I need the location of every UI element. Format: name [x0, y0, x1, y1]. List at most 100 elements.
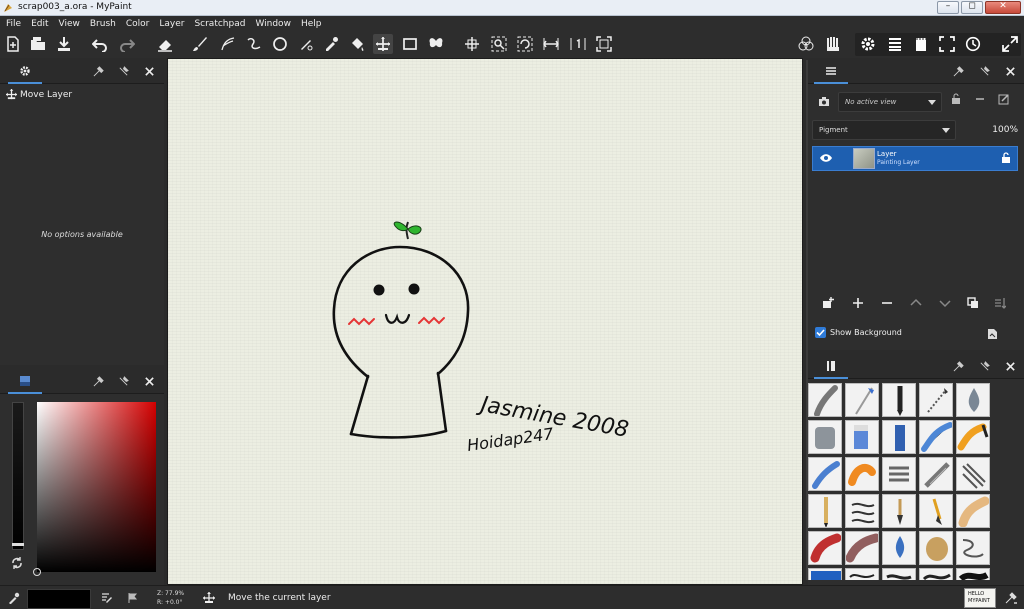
- inking-tool-icon[interactable]: [218, 34, 238, 54]
- pen-nodes-icon[interactable]: [296, 34, 316, 54]
- brush-tile[interactable]: [845, 420, 879, 454]
- remove-layer-icon[interactable]: [881, 297, 893, 309]
- move-layer-down-icon[interactable]: [939, 297, 951, 309]
- close-window-button[interactable]: ✕: [985, 1, 1021, 14]
- color-wheel-icon[interactable]: [796, 34, 816, 54]
- brush-tile[interactable]: [882, 383, 916, 417]
- color-tab[interactable]: [8, 370, 42, 394]
- color-picker-icon[interactable]: [321, 34, 341, 54]
- brush-tile[interactable]: [919, 420, 953, 454]
- brush-tile[interactable]: [956, 568, 990, 580]
- brush-tile[interactable]: [845, 494, 879, 528]
- freehand-brush-icon[interactable]: [190, 34, 210, 54]
- eraser-icon[interactable]: [155, 34, 175, 54]
- ellipse-tool-icon[interactable]: [270, 34, 290, 54]
- frame-tool-icon[interactable]: [400, 34, 420, 54]
- swap-colors-icon[interactable]: [10, 556, 24, 573]
- camera-icon[interactable]: [814, 93, 834, 111]
- panel-close-icon[interactable]: [1004, 360, 1016, 372]
- brush-tile[interactable]: [956, 531, 990, 565]
- brush-tile[interactable]: [919, 494, 953, 528]
- redo-icon[interactable]: [117, 34, 137, 54]
- value-slider-handle[interactable]: [12, 543, 24, 546]
- panel-options-icon[interactable]: [92, 65, 104, 77]
- saturation-value-square[interactable]: [37, 402, 156, 572]
- fullscreen-icon[interactable]: [937, 34, 957, 54]
- menu-brush[interactable]: Brush: [90, 19, 116, 29]
- brush-tile[interactable]: [882, 457, 916, 491]
- brush-tile[interactable]: [808, 420, 842, 454]
- remove-view-icon[interactable]: [974, 93, 990, 111]
- brush-tile[interactable]: [919, 383, 953, 417]
- brushes-tab[interactable]: [814, 355, 848, 379]
- symmetry-butterfly-icon[interactable]: [426, 34, 446, 54]
- color-picker-icon[interactable]: [8, 592, 20, 604]
- brush-tile[interactable]: [882, 420, 916, 454]
- settings-gear-icon[interactable]: [858, 34, 878, 54]
- menu-layer[interactable]: Layer: [159, 19, 184, 29]
- history-clock-icon[interactable]: [963, 34, 983, 54]
- brush-tile[interactable]: [845, 568, 879, 580]
- fit-view-icon[interactable]: [594, 34, 614, 54]
- menu-help[interactable]: Help: [301, 19, 322, 29]
- edit-view-icon[interactable]: [998, 93, 1014, 111]
- brush-tile[interactable]: [956, 494, 990, 528]
- panel-detach-icon[interactable]: [117, 375, 129, 387]
- save-file-icon[interactable]: [54, 34, 74, 54]
- lines-curves-icon[interactable]: [244, 34, 264, 54]
- fill-bucket-icon[interactable]: [347, 34, 367, 54]
- brush-tile[interactable]: [808, 531, 842, 565]
- menu-scratchpad[interactable]: Scratchpad: [194, 19, 245, 29]
- menu-view[interactable]: View: [59, 19, 80, 29]
- background-chooser-icon[interactable]: [987, 328, 998, 340]
- layer-row[interactable]: Layer Painting Layer: [812, 146, 1018, 171]
- maximize-button[interactable]: ◻: [961, 1, 983, 14]
- brush-tile[interactable]: [956, 457, 990, 491]
- layer-opacity[interactable]: 100%: [958, 120, 1018, 140]
- undo-icon[interactable]: [90, 34, 110, 54]
- move-layer-icon[interactable]: [373, 34, 393, 54]
- panel-close-icon[interactable]: [1004, 65, 1016, 77]
- show-background-checkbox[interactable]: [815, 327, 826, 338]
- scratchpad-preview[interactable]: HELLO MYPAINT: [964, 588, 996, 608]
- minimize-button[interactable]: –: [937, 1, 959, 14]
- brush-tile[interactable]: [845, 457, 879, 491]
- flip-view-icon[interactable]: [541, 34, 561, 54]
- brush-tile[interactable]: [919, 568, 953, 580]
- brush-tile[interactable]: [808, 568, 842, 580]
- panel-options-icon[interactable]: [952, 65, 964, 77]
- eye-visibility-icon[interactable]: [819, 153, 833, 163]
- current-color-swatch[interactable]: [27, 589, 91, 609]
- brush-tile[interactable]: [882, 568, 916, 580]
- open-file-icon[interactable]: [28, 34, 48, 54]
- lock-view-icon[interactable]: [950, 93, 966, 111]
- panel-options-icon[interactable]: [952, 360, 964, 372]
- expand-icon[interactable]: [1000, 34, 1020, 54]
- add-layer-group-icon[interactable]: [822, 297, 834, 309]
- panel-detach-icon[interactable]: [117, 65, 129, 77]
- merge-down-icon[interactable]: [994, 297, 1006, 309]
- panel-close-icon[interactable]: [143, 375, 155, 387]
- scratchpad-icon[interactable]: [911, 34, 931, 54]
- color-picker-cursor[interactable]: [33, 568, 41, 576]
- brush-tile[interactable]: [956, 383, 990, 417]
- panel-close-icon[interactable]: [143, 65, 155, 77]
- move-layer-up-icon[interactable]: [910, 297, 922, 309]
- drawing-canvas[interactable]: Jasmine 2008 Hoidap247: [168, 59, 802, 584]
- brush-tile[interactable]: [919, 457, 953, 491]
- menu-edit[interactable]: Edit: [31, 19, 48, 29]
- brush-tile[interactable]: [845, 531, 879, 565]
- zoom-view-icon[interactable]: [489, 34, 509, 54]
- menu-window[interactable]: Window: [255, 19, 291, 29]
- brush-tile[interactable]: [808, 383, 842, 417]
- layers-tab[interactable]: [814, 60, 848, 84]
- brush-flag-icon[interactable]: [127, 592, 139, 604]
- reset-zoom-icon[interactable]: [568, 34, 588, 54]
- menu-file[interactable]: File: [6, 19, 21, 29]
- edit-brush-icon[interactable]: [101, 592, 113, 604]
- menu-color[interactable]: Color: [126, 19, 150, 29]
- brush-tile[interactable]: [845, 383, 879, 417]
- panel-detach-icon[interactable]: [978, 65, 990, 77]
- canvas-viewport[interactable]: Jasmine 2008 Hoidap247: [167, 58, 803, 585]
- rotate-view-icon[interactable]: [515, 34, 535, 54]
